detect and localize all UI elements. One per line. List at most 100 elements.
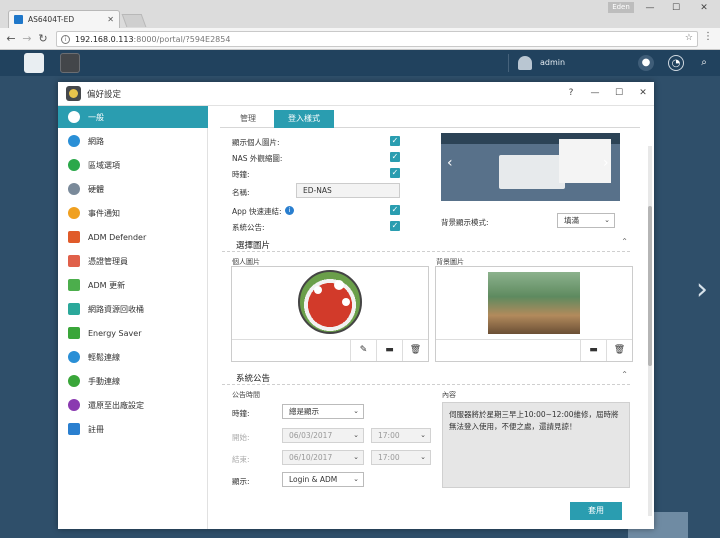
edit-image-icon[interactable]: ✎: [350, 340, 376, 361]
taskbar-username[interactable]: admin: [540, 58, 565, 67]
defender-icon: [68, 231, 80, 243]
end-time-field[interactable]: 17:00 ⌄: [371, 450, 431, 465]
sidebar-item-hardware[interactable]: 硬體: [58, 178, 208, 200]
sidebar-item-manual-connect[interactable]: 手動連線: [58, 370, 208, 392]
personal-image-toolbar: ✎ ▬ 🗑: [232, 339, 428, 361]
content-scrollbar[interactable]: [648, 146, 652, 516]
preview-next-icon[interactable]: ›: [603, 155, 609, 171]
adm-home-app-icon[interactable]: [24, 53, 44, 73]
dialog-title: 偏好設定: [87, 90, 122, 100]
nas-thumbnail-checkbox[interactable]: ✓: [390, 152, 400, 162]
sidebar-item-label: 硬體: [88, 184, 104, 194]
sidebar-item-register[interactable]: 註冊: [58, 418, 208, 440]
name-label: 名稱:: [232, 188, 250, 197]
browser-menu-icon[interactable]: ⋮: [703, 31, 713, 42]
tab-bar: 管理 登入樣式: [220, 110, 640, 128]
trash-icon[interactable]: 🗑: [402, 340, 428, 361]
minimize-button[interactable]: —: [588, 86, 602, 100]
maximize-button[interactable]: ☐: [612, 86, 626, 100]
announcement-period-label: 公告時間: [232, 391, 260, 399]
sidebar-item-label: 憑證管理員: [88, 256, 128, 266]
announcement-section-header[interactable]: 系統公告 ⌃: [222, 370, 630, 385]
sidebar-item-adm-update[interactable]: ADM 更新: [58, 274, 208, 296]
close-window-button[interactable]: ✕: [692, 1, 716, 15]
login-preview-image: ‹ ›: [441, 133, 620, 201]
start-time-field[interactable]: 17:00 ⌄: [371, 428, 431, 443]
announcement-content-textarea[interactable]: 伺服器將於星期三早上10:00~12:00維修，屆時將無法登入使用，不便之處，還…: [442, 402, 630, 488]
avatar-spot: [334, 280, 344, 290]
tab-management[interactable]: 管理: [226, 110, 270, 128]
browser-profile-chip[interactable]: Eden: [608, 2, 634, 13]
recycle-bin-icon: [68, 303, 80, 315]
url-input[interactable]: i 192.168.0.113:8000/portal/?594E2854 ☆: [56, 31, 698, 47]
new-tab-button[interactable]: [121, 14, 147, 27]
sidebar-item-recycle-bin[interactable]: 網路資源回收桶: [58, 298, 208, 320]
nas-thumbnail-label: NAS 外觀縮圖:: [232, 154, 283, 163]
close-button[interactable]: ✕: [636, 86, 650, 100]
minimize-window-button[interactable]: —: [638, 1, 662, 15]
taskbar-divider: [508, 54, 509, 72]
folder-icon[interactable]: ▬: [580, 340, 606, 361]
hardware-icon: [68, 183, 80, 195]
activity-monitor-icon[interactable]: ◔: [668, 55, 684, 71]
sidebar-item-general[interactable]: 一般: [58, 106, 208, 128]
info-icon[interactable]: i: [285, 206, 294, 215]
trash-icon[interactable]: 🗑: [606, 340, 632, 361]
scrollbar-thumb[interactable]: [648, 206, 652, 366]
tab-title: AS6404T-ED: [28, 15, 75, 24]
maximize-window-button[interactable]: ☐: [664, 1, 688, 15]
display-select[interactable]: Login & ADM ⌄: [282, 472, 364, 487]
browser-tab[interactable]: AS6404T-ED ✕: [8, 10, 120, 28]
select-image-section-header[interactable]: 選擇圖片 ⌃: [222, 237, 630, 252]
chevron-up-icon[interactable]: ⌃: [621, 370, 628, 379]
folder-icon[interactable]: ▬: [376, 340, 402, 361]
announcement-content-label: 內容: [442, 391, 456, 399]
url-host: 192.168.0.113: [75, 34, 134, 44]
sidebar-item-label: 還原至出廠設定: [88, 400, 144, 410]
app-shortcut-label: App 快速連結:: [232, 207, 282, 216]
sidebar-item-adm-defender[interactable]: ADM Defender: [58, 226, 208, 248]
sidebar-item-certificate[interactable]: 憑證管理員: [58, 250, 208, 272]
sidebar-item-region[interactable]: 區域選項: [58, 154, 208, 176]
url-path: :8000/portal/?594E2854: [133, 34, 231, 44]
sidebar-item-ez-connect[interactable]: 輕鬆連線: [58, 346, 208, 368]
sidebar-item-factory-reset[interactable]: 還原至出廠設定: [58, 394, 208, 416]
forward-arrow-icon[interactable]: →: [20, 31, 34, 47]
bookmark-star-icon[interactable]: ☆: [685, 33, 693, 43]
chevron-down-icon: ⌄: [353, 431, 359, 439]
sidebar-item-label: ADM 更新: [88, 280, 126, 290]
user-avatar-icon[interactable]: [518, 56, 532, 70]
region-icon: [68, 159, 80, 171]
chevron-down-icon: ⌄: [420, 453, 426, 461]
apply-button[interactable]: 套用: [570, 502, 622, 520]
reload-icon[interactable]: ↻: [36, 31, 50, 47]
sidebar-item-network[interactable]: 網路: [58, 130, 208, 152]
announcement-checkbox[interactable]: ✓: [390, 221, 400, 231]
announcement-clock-select[interactable]: 總是顯示 ⌄: [282, 404, 364, 419]
asustor-favicon-icon: [14, 15, 23, 24]
sidebar-item-notification[interactable]: 事件通知: [58, 202, 208, 224]
tab-login-style[interactable]: 登入樣式: [274, 110, 334, 128]
clock-checkbox[interactable]: ✓: [390, 168, 400, 178]
dialog-titlebar[interactable]: 偏好設定 ? — ☐ ✕: [58, 82, 654, 106]
show-personal-image-label: 顯示個人圖片:: [232, 138, 280, 147]
preview-prev-icon[interactable]: ‹: [447, 155, 453, 171]
preferences-app-icon[interactable]: [60, 53, 80, 73]
app-shortcut-checkbox[interactable]: ✓: [390, 205, 400, 215]
desktop-next-page-icon[interactable]: ›: [696, 272, 708, 307]
sidebar-item-energy-saver[interactable]: Energy Saver: [58, 322, 208, 344]
show-personal-image-checkbox[interactable]: ✓: [390, 136, 400, 146]
chevron-up-icon[interactable]: ⌃: [621, 237, 628, 246]
close-tab-icon[interactable]: ✕: [107, 15, 114, 24]
chevron-down-icon: ⌄: [604, 216, 610, 224]
end-date-field[interactable]: 06/10/2017 ⌄: [282, 450, 364, 465]
notification-bell-icon[interactable]: ●: [638, 55, 654, 71]
nas-name-field[interactable]: ED-NAS: [296, 183, 400, 198]
start-date-field[interactable]: 06/03/2017 ⌄: [282, 428, 364, 443]
site-info-icon[interactable]: i: [61, 34, 70, 44]
back-arrow-icon[interactable]: ←: [4, 31, 18, 47]
search-icon[interactable]: ⌕: [696, 55, 712, 71]
bg-mode-select[interactable]: 填滿 ⌄: [557, 213, 615, 228]
chevron-down-icon: ⌄: [353, 475, 359, 483]
help-button[interactable]: ?: [564, 86, 578, 100]
